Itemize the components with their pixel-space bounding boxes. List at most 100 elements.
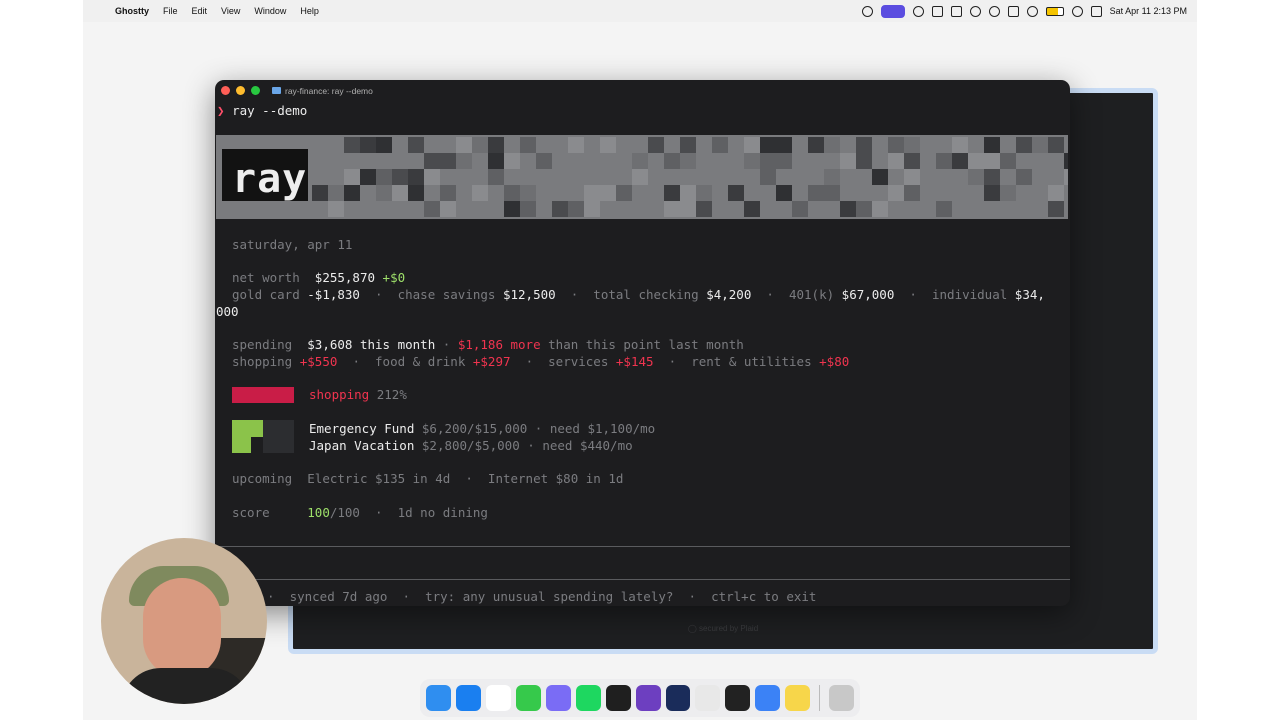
goal-need: need $440/mo [542, 438, 633, 453]
menu-app-name[interactable]: Ghostty [113, 6, 156, 16]
finder-icon[interactable] [426, 685, 451, 711]
spending-sep: · [442, 337, 451, 352]
obsidian-icon[interactable] [635, 685, 661, 711]
banner-tile [840, 201, 856, 217]
banner-tile [440, 153, 456, 169]
menu-view[interactable]: View [214, 6, 247, 16]
banner-tile [1064, 153, 1068, 169]
control-center-icon[interactable] [1090, 5, 1102, 17]
dropbox-icon[interactable] [950, 5, 962, 17]
webcam-shirt [121, 668, 251, 704]
banner-tile [936, 201, 952, 217]
focus-icon[interactable] [969, 5, 981, 17]
record-icon[interactable] [861, 5, 873, 17]
close-button[interactable] [221, 86, 230, 95]
banner-tile [600, 137, 616, 153]
back-window-footer: ◯ secured by Plaid [687, 624, 759, 633]
spending-label: spending [232, 337, 293, 352]
dock-separator [819, 685, 821, 711]
trash-icon[interactable] [829, 685, 855, 711]
banner-tile [472, 185, 488, 201]
calendar-icon[interactable] [485, 685, 511, 711]
browser-icon[interactable] [755, 685, 781, 711]
prompt-hint: try: any unusual spending lately? [425, 589, 674, 604]
banner-tile [792, 201, 808, 217]
command-line: ❯ ray --demo [217, 103, 307, 118]
banner-tile [984, 137, 1000, 153]
letterbox-left [0, 0, 83, 720]
net-worth-line: net worth $255,870 +$0 [232, 270, 405, 285]
banner-tile [328, 185, 344, 201]
ghostty-icon[interactable] [725, 685, 751, 711]
upcoming-item: Electric $135 in 4d [307, 471, 451, 486]
account-icon[interactable] [1026, 5, 1038, 17]
category-name: services [548, 354, 609, 369]
menu-help[interactable]: Help [293, 6, 326, 16]
banner-tile [488, 137, 504, 153]
moon-icon[interactable] [988, 5, 1000, 17]
banner-tile [856, 201, 872, 217]
banner-tile [760, 169, 776, 185]
banner-tile [344, 137, 360, 153]
banner-tile [584, 185, 600, 201]
category-value: +$145 [615, 354, 654, 369]
banner-tile [728, 185, 744, 201]
account-name: total checking [593, 287, 699, 302]
banner-tile [936, 153, 952, 169]
banner-tile [968, 169, 984, 185]
banner-tile [408, 137, 424, 153]
banner-tile [408, 169, 424, 185]
banner-tile [856, 137, 872, 153]
banner-tile [424, 153, 440, 169]
slack-icon[interactable] [695, 685, 721, 711]
menu-file[interactable]: File [156, 6, 185, 16]
score-streak: 1d no dining [397, 505, 488, 520]
account-value: -$1,830 [307, 287, 360, 302]
zoom-button[interactable] [251, 86, 260, 95]
banner-tile [808, 137, 824, 153]
mute-icon[interactable] [1007, 5, 1019, 17]
screen-share-icon[interactable] [880, 4, 905, 18]
banner-tile [872, 169, 888, 185]
goal-progress: $2,800/$5,000 [421, 438, 520, 453]
minimize-button[interactable] [236, 86, 245, 95]
wifi-icon[interactable] [1071, 5, 1083, 17]
notes-icon[interactable] [785, 685, 811, 711]
folder-icon [272, 87, 281, 94]
score-line: score 100/100 · 1d no dining [232, 505, 488, 520]
menu-window[interactable]: Window [247, 6, 293, 16]
stats-icon[interactable] [931, 5, 943, 17]
menubar-clock[interactable]: Sat Apr 11 2:13 PM [1110, 6, 1187, 16]
messages-icon[interactable] [515, 685, 541, 711]
banner-tile [1048, 185, 1064, 201]
banner-tile [552, 201, 568, 217]
banner-tile [760, 153, 776, 169]
window-title: ray-finance: ray --demo [272, 86, 373, 96]
banner-tile [376, 185, 392, 201]
sync-icon[interactable] [912, 5, 924, 17]
menu-edit[interactable]: Edit [185, 6, 215, 16]
battery-icon[interactable] [1045, 6, 1064, 16]
banner-tile [680, 137, 696, 153]
banner-tile [984, 169, 1000, 185]
title-bar[interactable]: ray-finance: ray --demo [215, 80, 1070, 101]
banner-tile [952, 137, 968, 153]
menu-bar: Ghostty File Edit View Window Help Sat A… [83, 0, 1197, 22]
ray-banner: ray [216, 135, 1068, 219]
app-store-icon[interactable] [455, 685, 481, 711]
goal-line: Japan Vacation $2,800/$5,000 · need $440… [309, 438, 633, 453]
banner-tile [504, 153, 520, 169]
spotify-icon[interactable] [575, 685, 601, 711]
banner-tile [472, 137, 488, 153]
spending-line: spending $3,608 this month · $1,186 more… [232, 337, 744, 352]
chatgpt-icon[interactable] [605, 685, 631, 711]
banner-tile [376, 169, 392, 185]
upcoming-label: upcoming [232, 471, 293, 486]
terminal-icon[interactable] [665, 685, 691, 711]
banner-tile [824, 169, 840, 185]
terminal-window[interactable]: ray-finance: ray --demo ❯ ray --demo ray… [215, 80, 1070, 606]
xcode-icon[interactable] [545, 685, 571, 711]
dock [420, 679, 860, 717]
spending-suffix: than this point last month [548, 337, 744, 352]
banner-tile [1016, 137, 1032, 153]
